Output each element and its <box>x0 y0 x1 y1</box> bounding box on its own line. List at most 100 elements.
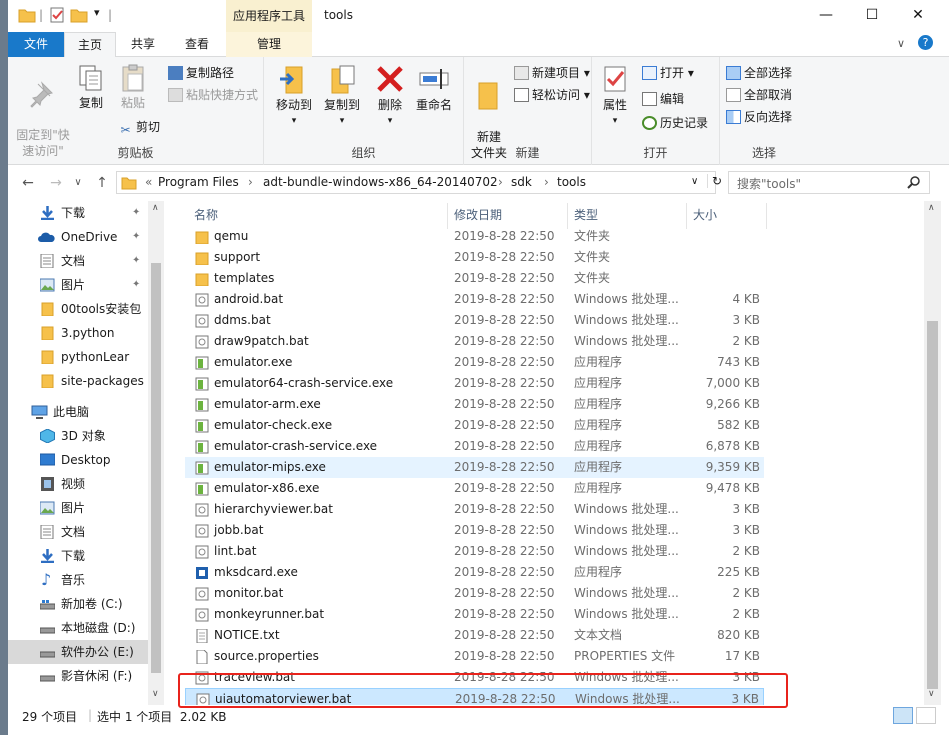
file-row[interactable]: templates 2019-8-28 22:50 文件夹 <box>185 268 764 289</box>
breadcrumb-overflow[interactable]: « <box>145 175 152 189</box>
nav-item-onedrive[interactable]: OneDrive ✦ <box>8 225 150 249</box>
refresh-icon[interactable]: ↻ <box>707 174 722 188</box>
details-view-icon[interactable] <box>893 707 913 724</box>
file-row[interactable]: qemu 2019-8-28 22:50 文件夹 <box>185 226 764 247</box>
file-row[interactable]: monkeyrunner.bat 2019-8-28 22:50 Windows 批… <box>185 604 764 625</box>
nav-item-this-pc[interactable]: 此电脑 <box>8 400 150 424</box>
nav-item-drive-d[interactable]: 本地磁盘 (D:) <box>8 616 150 640</box>
address-dropdown-icon[interactable]: ∨ <box>691 176 698 187</box>
column-divider[interactable] <box>766 203 767 229</box>
file-row[interactable]: emulator-check.exe 2019-8-28 22:50 应用程序 582… <box>185 415 764 436</box>
file-row[interactable]: monitor.bat 2019-8-28 22:50 Windows 批处理...… <box>185 583 764 604</box>
column-header-name[interactable]: 名称 <box>194 207 218 227</box>
nav-scrollbar[interactable]: ∧ ∨ <box>148 201 164 705</box>
copy-to-button[interactable]: 复制到 ▾ <box>322 63 362 129</box>
properties-icon[interactable] <box>48 6 66 24</box>
nav-item-music[interactable]: ♪ 音乐 <box>8 568 150 592</box>
new-folder-icon[interactable] <box>70 6 88 24</box>
breadcrumb-item[interactable]: sdk <box>511 175 532 189</box>
cut-button[interactable]: ✂ 剪切 <box>118 117 160 137</box>
delete-button[interactable]: 删除 ▾ <box>374 63 406 129</box>
up-arrow-icon[interactable]: ↑ <box>92 173 112 193</box>
scroll-down-icon[interactable]: ∨ <box>152 689 159 699</box>
properties-button[interactable]: 属性 ▾ <box>598 63 632 129</box>
nav-item-drive-e[interactable]: 软件办公 (E:) <box>8 640 150 664</box>
file-row[interactable]: draw9patch.bat 2019-8-28 22:50 Windows 批处理… <box>185 331 764 352</box>
breadcrumb-item[interactable]: tools <box>557 175 586 189</box>
tab-home[interactable]: 主页 <box>64 32 116 58</box>
nav-item-documents[interactable]: 文档 ✦ <box>8 249 150 273</box>
column-header-size[interactable]: 大小 <box>693 207 717 227</box>
nav-item-downloads[interactable]: 下载 <box>8 544 150 568</box>
history-button[interactable]: 历史记录 <box>642 113 708 133</box>
nav-item-3d-objects[interactable]: 3D 对象 <box>8 424 150 448</box>
scroll-down-icon[interactable]: ∨ <box>928 689 935 699</box>
nav-item-desktop[interactable]: Desktop <box>8 448 150 472</box>
nav-item-folder[interactable]: pythonLear <box>8 345 150 369</box>
help-icon[interactable]: ? <box>918 35 933 50</box>
recent-dropdown-icon[interactable]: ∨ <box>72 173 84 193</box>
file-row[interactable]: emulator-x86.exe 2019-8-28 22:50 应用程序 9,478… <box>185 478 764 499</box>
rename-button[interactable]: 重命名 <box>414 63 454 113</box>
quick-access-dropdown-icon[interactable]: ▾ <box>94 6 100 19</box>
maximize-button[interactable]: ☐ <box>849 0 895 30</box>
scroll-up-icon[interactable]: ∧ <box>152 203 159 213</box>
file-row[interactable]: ddms.bat 2019-8-28 22:50 Windows 批处理... 3 K… <box>185 310 764 331</box>
nav-item-folder[interactable]: site-packages <box>8 369 150 393</box>
file-row[interactable]: source.properties 2019-8-28 22:50 PROPERTI… <box>185 646 764 667</box>
select-all-button[interactable]: 全部选择 <box>726 63 792 83</box>
column-header-type[interactable]: 类型 <box>574 207 598 227</box>
file-row[interactable]: emulator-mips.exe 2019-8-28 22:50 应用程序 9,35… <box>185 457 764 478</box>
file-list-scrollbar[interactable]: ∧ ∨ <box>924 201 941 705</box>
tab-share[interactable]: 共享 <box>118 32 168 57</box>
file-list-scrollbar-thumb[interactable] <box>927 321 938 689</box>
file-row[interactable]: emulator-arm.exe 2019-8-28 22:50 应用程序 9,266… <box>185 394 764 415</box>
new-item-button[interactable]: 新建项目 ▾ <box>514 63 590 83</box>
nav-item-documents[interactable]: 文档 <box>8 520 150 544</box>
chevron-right-icon[interactable]: › <box>498 175 503 189</box>
column-header-date[interactable]: 修改日期 <box>454 207 502 227</box>
chevron-right-icon[interactable]: › <box>544 175 549 189</box>
back-arrow-icon[interactable]: ← <box>18 173 38 193</box>
move-to-button[interactable]: 移动到 ▾ <box>274 63 314 129</box>
file-row[interactable]: lint.bat 2019-8-28 22:50 Windows 批处理... 2 K… <box>185 541 764 562</box>
nav-item-downloads[interactable]: 下载 ✦ <box>8 201 150 225</box>
file-row[interactable]: emulator.exe 2019-8-28 22:50 应用程序 743 KB <box>185 352 764 373</box>
forward-arrow-icon[interactable]: → <box>46 173 66 193</box>
edit-button[interactable]: 编辑 <box>642 89 684 109</box>
file-row[interactable]: emulator64-crash-service.exe 2019-8-28 22… <box>185 373 764 394</box>
breadcrumb-item[interactable]: adt-bundle-windows-x86_64-20140702 <box>263 175 498 189</box>
chevron-right-icon[interactable]: › <box>248 175 253 189</box>
file-row[interactable]: support 2019-8-28 22:50 文件夹 <box>185 247 764 268</box>
minimize-button[interactable]: — <box>803 0 849 30</box>
large-icons-view-icon[interactable] <box>916 707 936 724</box>
nav-scrollbar-thumb[interactable] <box>151 263 161 673</box>
tab-manage[interactable]: 管理 <box>226 32 312 57</box>
file-row[interactable]: mksdcard.exe 2019-8-28 22:50 应用程序 225 KB <box>185 562 764 583</box>
nav-item-pictures[interactable]: 图片 ✦ <box>8 273 150 297</box>
easy-access-button[interactable]: 轻松访问 ▾ <box>514 85 590 105</box>
file-row[interactable]: emulator-crash-service.exe 2019-8-28 22:5… <box>185 436 764 457</box>
nav-item-folder[interactable]: 3.python <box>8 321 150 345</box>
nav-item-drive-f[interactable]: 影音休闲 (F:) <box>8 664 150 688</box>
search-box[interactable]: 搜索"tools" <box>728 171 930 194</box>
file-row[interactable]: android.bat 2019-8-28 22:50 Windows 批处理...… <box>185 289 764 310</box>
file-row[interactable]: NOTICE.txt 2019-8-28 22:50 文本文档 820 KB <box>185 625 764 646</box>
paste-shortcut-button[interactable]: 粘贴快捷方式 <box>168 85 258 105</box>
nav-item-videos[interactable]: 视频 <box>8 472 150 496</box>
nav-item-folder[interactable]: 00tools安装包 <box>8 297 150 321</box>
search-icon[interactable] <box>907 176 921 190</box>
invert-selection-button[interactable]: 反向选择 <box>726 107 792 127</box>
paste-button[interactable]: 粘贴 <box>116 63 150 111</box>
select-none-button[interactable]: 全部取消 <box>726 85 792 105</box>
copy-path-button[interactable]: 复制路径 <box>168 63 234 83</box>
nav-item-pictures[interactable]: 图片 <box>8 496 150 520</box>
file-row[interactable]: hierarchyviewer.bat 2019-8-28 22:50 Window… <box>185 499 764 520</box>
breadcrumb-item[interactable]: Program Files <box>158 175 239 189</box>
tab-view[interactable]: 查看 <box>170 32 224 57</box>
address-bar[interactable]: « Program Files › adt-bundle-windows-x86… <box>116 171 722 194</box>
copy-button[interactable]: 复制 <box>76 63 106 111</box>
file-row[interactable]: jobb.bat 2019-8-28 22:50 Windows 批处理... 3 K… <box>185 520 764 541</box>
nav-item-drive-c[interactable]: 新加卷 (C:) <box>8 592 150 616</box>
close-button[interactable]: ✕ <box>895 0 941 30</box>
